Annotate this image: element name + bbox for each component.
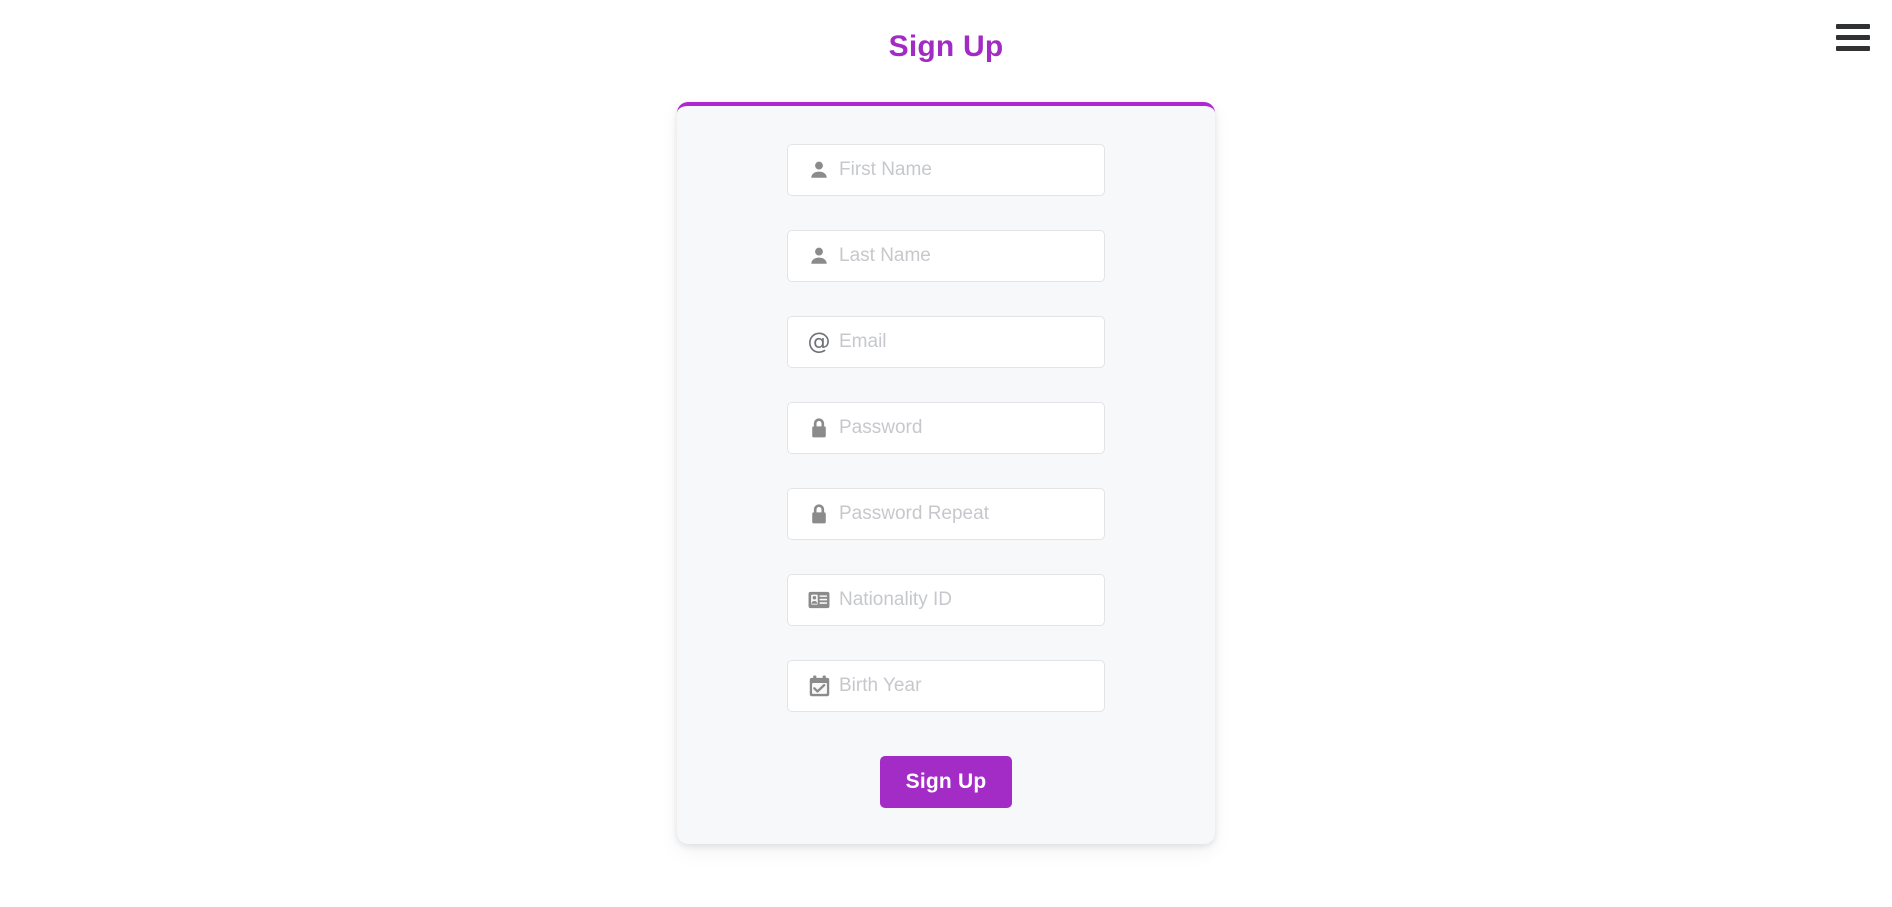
calendar-check-icon <box>808 675 830 697</box>
signup-card: @ <box>677 102 1215 844</box>
signup-form: @ <box>677 106 1215 808</box>
last-name-input[interactable] <box>839 231 1104 281</box>
lock-icon <box>808 417 830 439</box>
password-field[interactable] <box>787 402 1105 454</box>
sign-up-button[interactable]: Sign Up <box>879 756 1013 808</box>
submit-row: Sign Up <box>787 756 1105 808</box>
email-input[interactable] <box>839 317 1104 367</box>
last-name-field[interactable] <box>787 230 1105 282</box>
user-icon <box>808 159 830 181</box>
password-repeat-field[interactable] <box>787 488 1105 540</box>
first-name-input[interactable] <box>839 145 1104 195</box>
at-sign-icon: @ <box>807 328 831 355</box>
birth-year-field[interactable] <box>787 660 1105 712</box>
email-field[interactable]: @ <box>787 316 1105 368</box>
password-repeat-input[interactable] <box>839 489 1104 539</box>
birth-year-input[interactable] <box>839 661 1104 711</box>
password-input[interactable] <box>839 403 1104 453</box>
nationality-id-input[interactable] <box>839 575 1104 625</box>
lock-icon <box>808 503 830 525</box>
first-name-field[interactable] <box>787 144 1105 196</box>
page-title: Sign Up <box>888 30 1004 63</box>
nationality-id-field[interactable] <box>787 574 1105 626</box>
user-icon <box>808 245 830 267</box>
signup-page: Sign Up First Name Last Name @ Email Nat… <box>0 0 1892 907</box>
id-card-icon <box>808 589 830 611</box>
